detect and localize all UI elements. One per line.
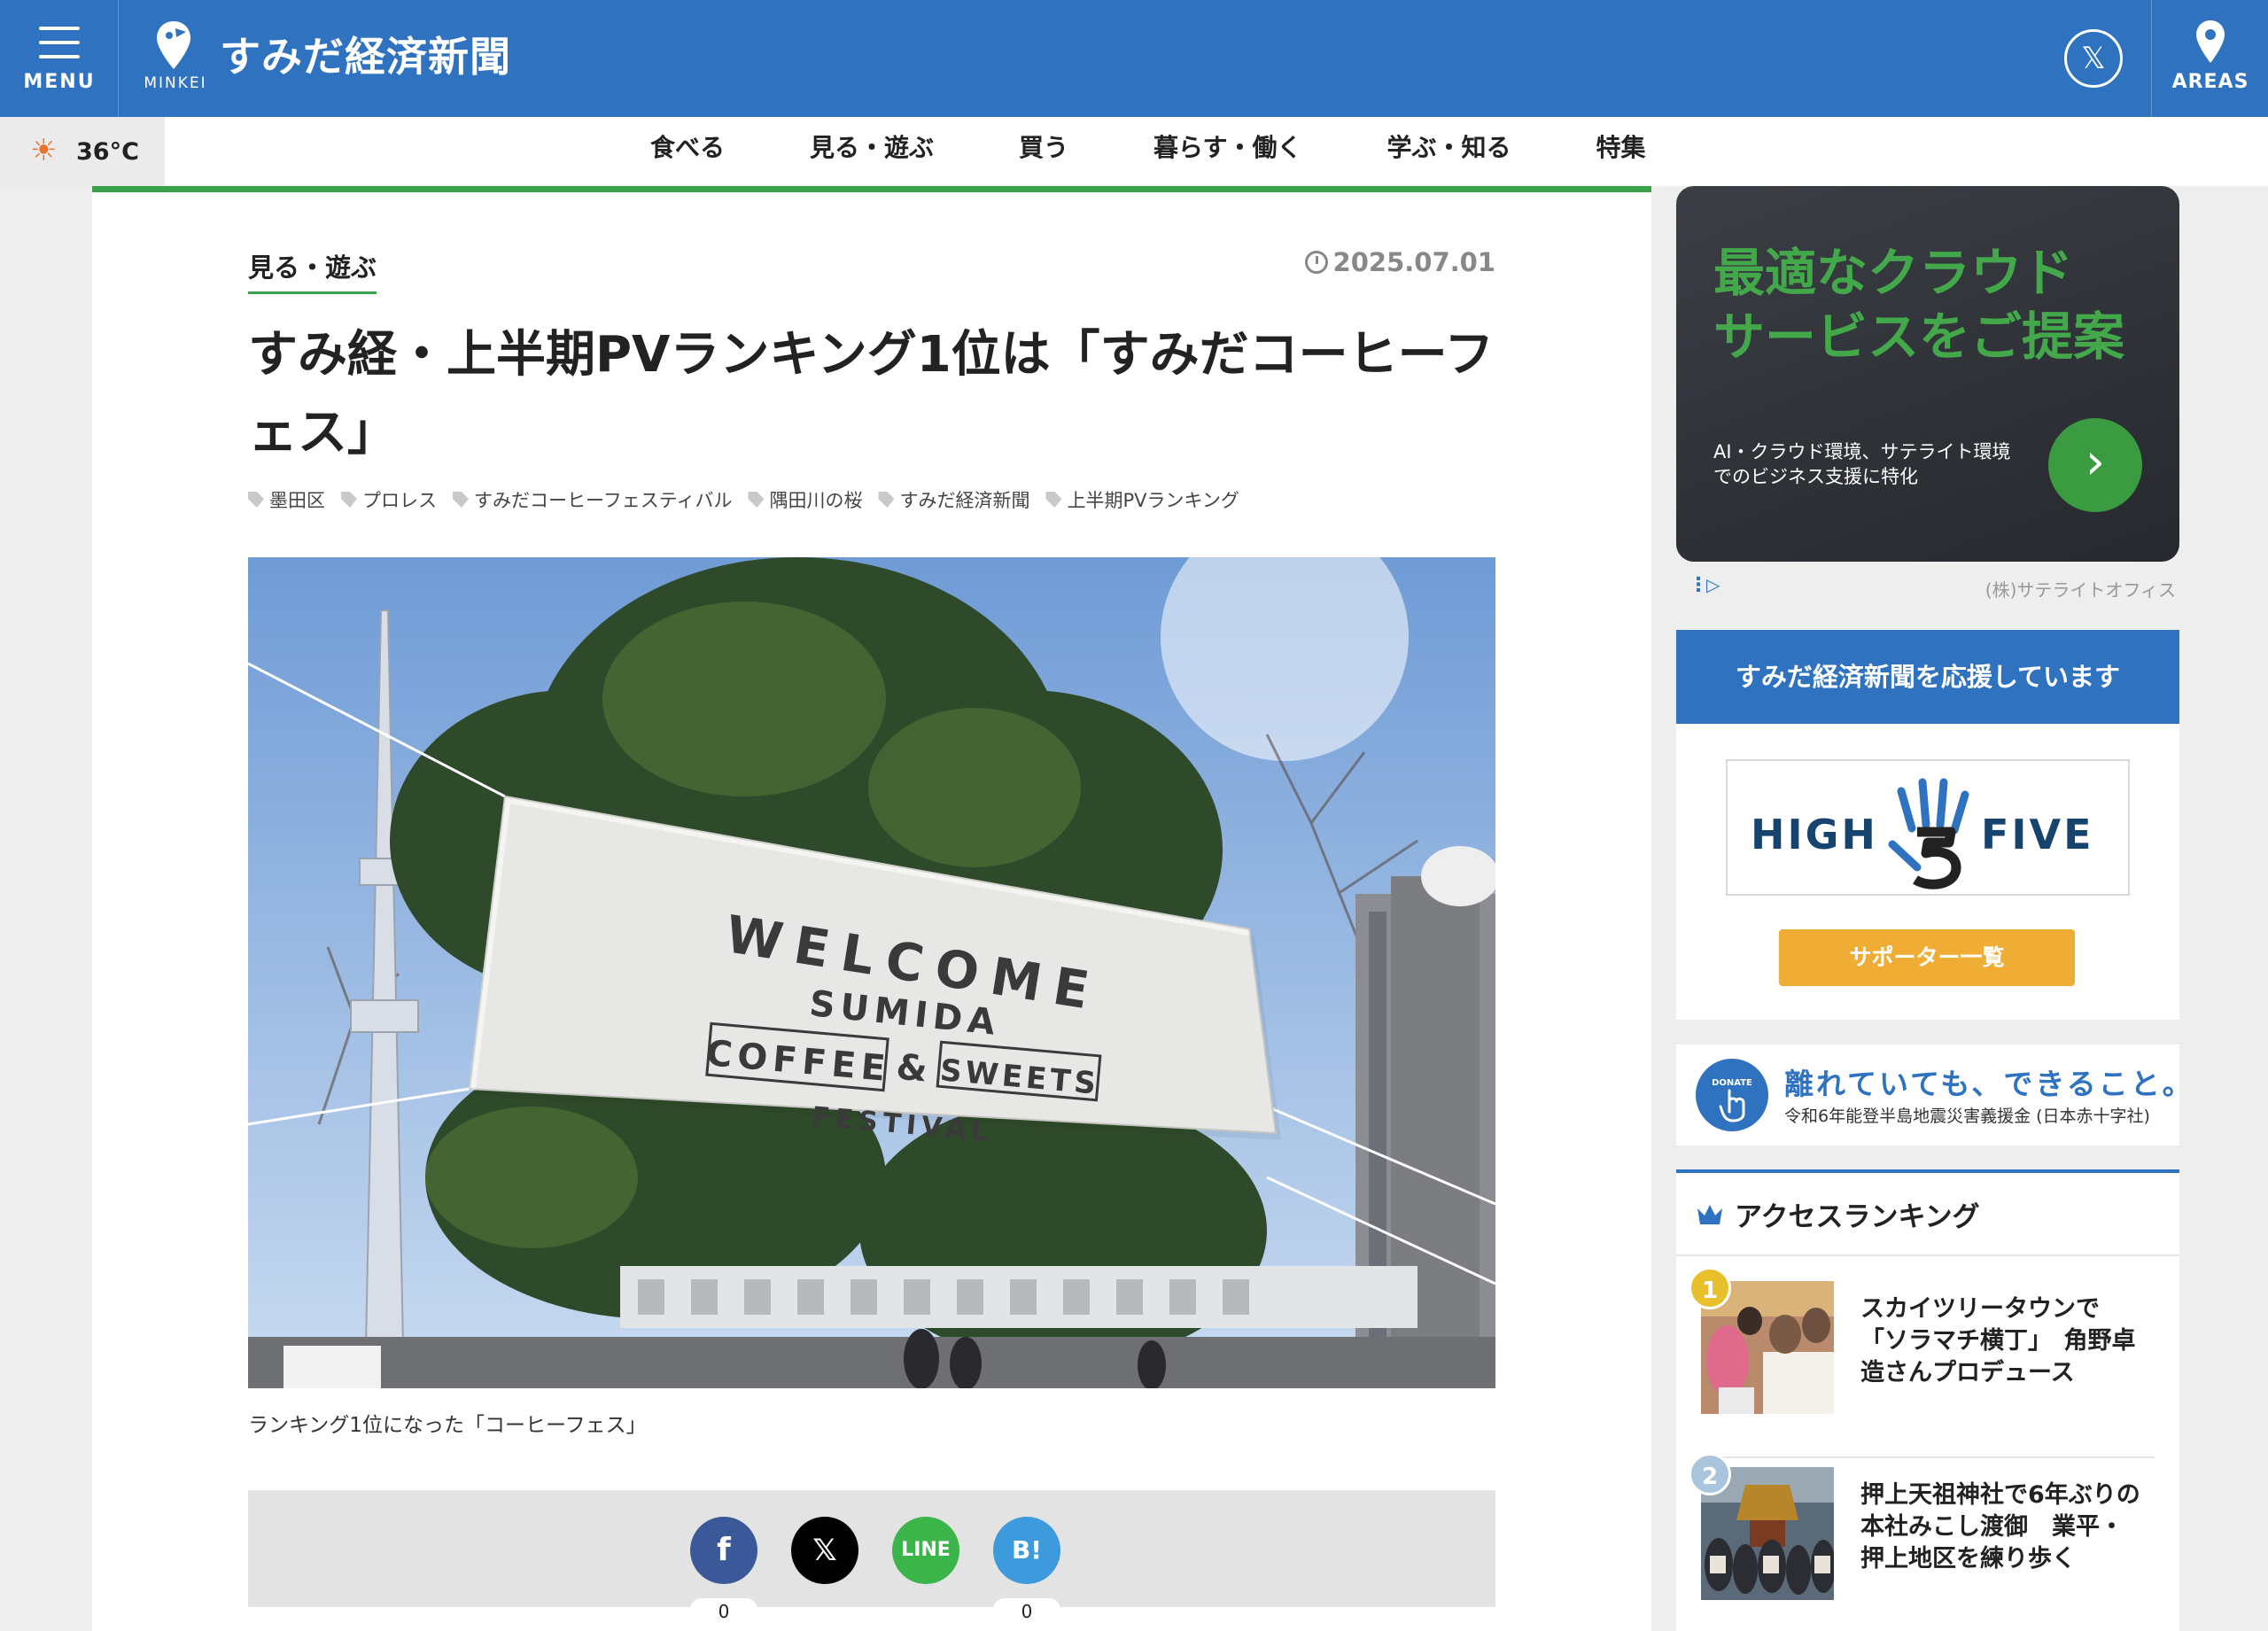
map-pin-icon bbox=[2196, 20, 2225, 63]
article-photo[interactable]: WELCOME SUMIDA COFFEE & SWEETS FESTIVAL bbox=[248, 557, 1495, 1388]
tag-item[interactable]: すみだコーヒーフェスティバル bbox=[453, 486, 732, 513]
ad-advertiser: (株)サテライトオフィス bbox=[1984, 579, 2176, 601]
donate-subtext: 令和6年能登半島地震災害義援金 (日本赤十字社) bbox=[1784, 1107, 2150, 1126]
facebook-share-count: 0 bbox=[690, 1598, 757, 1622]
support-heading: すみだ経済新聞を応援しています bbox=[1676, 630, 2179, 724]
donate-banner[interactable]: DONATE 離れていても、できること。 令和6年能登半島地震災害義援金 (日本… bbox=[1676, 1045, 2192, 1146]
tag-item[interactable]: プロレス bbox=[341, 486, 437, 513]
category-nav: ☀ 36°C 食べる 見る・遊ぶ 買う 暮らす・働く 学ぶ・知る 特集 bbox=[0, 117, 2268, 186]
rank-badge: 1 bbox=[1689, 1267, 1731, 1309]
weather-widget[interactable]: ☀ 36°C bbox=[0, 117, 165, 186]
tag-item[interactable]: 隅田川の桜 bbox=[748, 486, 862, 513]
tag-label: 隅田川の桜 bbox=[769, 490, 863, 511]
line-share-button[interactable]: LINE bbox=[892, 1517, 959, 1584]
tag-icon bbox=[1045, 492, 1062, 508]
tag-label: すみだ経済新聞 bbox=[899, 490, 1030, 511]
areas-label: AREAS bbox=[2171, 71, 2249, 93]
site-name: すみだ経済新聞 bbox=[220, 33, 511, 81]
x-share-header-button[interactable]: 𝕏 bbox=[2064, 29, 2123, 88]
sun-rain-icon: ☀ bbox=[30, 133, 58, 168]
facebook-share-button[interactable]: f bbox=[690, 1517, 757, 1584]
temperature: 36°C bbox=[76, 138, 139, 166]
high-five-logo-left: HIGH bbox=[1751, 811, 1878, 858]
menu-label: MENU bbox=[23, 71, 96, 93]
tag-icon bbox=[453, 492, 469, 508]
share-bar: f 0 𝕏 LINE B! 0 bbox=[248, 1490, 1495, 1622]
supporter-list-button[interactable]: サポーター一覧 bbox=[1779, 929, 2075, 986]
ranking-title: アクセスランキング bbox=[1735, 1201, 1980, 1233]
nav-item-feature[interactable]: 特集 bbox=[1554, 117, 1689, 186]
high-five-logo[interactable]: HIGH FIVE bbox=[1726, 759, 2130, 896]
menu-button[interactable]: MENU bbox=[0, 0, 119, 117]
tag-label: すみだコーヒーフェスティバル bbox=[474, 490, 733, 511]
tag-label: 墨田区 bbox=[269, 490, 325, 511]
nav-item-live-work[interactable]: 暮らす・働く bbox=[1111, 117, 1344, 186]
high-five-logo-right: FIVE bbox=[1981, 811, 2094, 858]
ranking-item-title: 押上天祖神社で6年ぶりの本社みこし渡御 業平・押上地区を練り歩く bbox=[1860, 1481, 2140, 1573]
donate-heading: 離れていても、できること。 bbox=[1784, 1067, 2194, 1101]
support-box: すみだ経済新聞を応援しています HIGH FIVE サポーター一覧 bbox=[1676, 630, 2179, 1020]
tag-label: プロレス bbox=[362, 490, 437, 511]
ad-headline-line2: サービスをご提案 bbox=[1713, 307, 2125, 367]
tag-icon bbox=[341, 492, 357, 508]
chevron-right-icon[interactable]: › bbox=[2048, 418, 2142, 512]
site-header: MENU MINKEI すみだ経済新聞 𝕏 AREAS bbox=[0, 0, 2268, 117]
hatena-share-count: 0 bbox=[993, 1598, 1060, 1622]
tag-icon bbox=[748, 492, 765, 508]
nav-item-eat[interactable]: 食べる bbox=[608, 117, 767, 186]
brand-label: MINKEI bbox=[144, 74, 207, 92]
crown-icon bbox=[1697, 1205, 1722, 1224]
ad-sub-line1: AI・クラウド環境、サテライト環境 bbox=[1713, 441, 2011, 462]
sidebar-ad[interactable]: 最適なクラウド サービスをご提案 AI・クラウド環境、サテライト環境 でのビジネ… bbox=[1676, 186, 2179, 562]
pointer-hand-icon bbox=[1719, 1089, 1745, 1122]
areas-button[interactable]: AREAS bbox=[2151, 0, 2268, 117]
nav-item-see-play[interactable]: 見る・遊ぶ bbox=[767, 117, 976, 186]
tag-label: 上半期PVランキング bbox=[1067, 490, 1239, 511]
ranking-item[interactable]: 1 スカイツリータウンで「ソラマチ横丁」 角野卓造さんプロデュース bbox=[1689, 1267, 2155, 1458]
article-main: 見る・遊ぶ 2025.07.01 すみ経・上半期PVランキング1位は「すみだコー… bbox=[92, 186, 1651, 1631]
ranking-header: アクセスランキング bbox=[1676, 1173, 2179, 1256]
photo-illustration: WELCOME SUMIDA COFFEE & SWEETS FESTIVAL bbox=[248, 557, 1495, 1388]
hatena-bookmark-button[interactable]: B! bbox=[993, 1517, 1060, 1584]
nav-items: 食べる 見る・遊ぶ 買う 暮らす・働く 学ぶ・知る 特集 bbox=[608, 117, 1689, 186]
nav-item-buy[interactable]: 買う bbox=[976, 117, 1111, 186]
article-title: すみ経・上半期PVランキング1位は「すみだコーヒーフェス」 bbox=[248, 326, 1495, 462]
article-category[interactable]: 見る・遊ぶ bbox=[248, 247, 377, 294]
ad-sub-line2: でのビジネス支援に特化 bbox=[1713, 466, 1918, 487]
donate-hand-icon: DONATE bbox=[1696, 1059, 1768, 1131]
minkei-pin-icon bbox=[157, 21, 190, 69]
hamburger-icon bbox=[39, 27, 80, 69]
adchoices-icon[interactable]: ▷ bbox=[1706, 574, 1720, 595]
x-share-button[interactable]: 𝕏 bbox=[791, 1517, 858, 1584]
ad-headline: 最適なクラウド サービスをご提案 bbox=[1713, 241, 2124, 369]
tag-item[interactable]: 墨田区 bbox=[248, 486, 325, 513]
article-date: 2025.07.01 bbox=[1304, 247, 1495, 277]
ad-headline-line1: 最適なクラウド bbox=[1713, 243, 2074, 303]
rank-badge: 2 bbox=[1689, 1453, 1731, 1495]
clock-icon bbox=[1304, 251, 1328, 274]
photo-caption: ランキング1位になった「コーヒーフェス」 bbox=[248, 1414, 647, 1437]
ad-info-row: ⋮ ▷ (株)サテライトオフィス bbox=[1676, 571, 2179, 604]
tag-icon bbox=[248, 492, 264, 508]
tag-item[interactable]: すみだ経済新聞 bbox=[878, 486, 1029, 513]
ranking-item-title: スカイツリータウンで「ソラマチ横丁」 角野卓造さんプロデュース bbox=[1860, 1295, 2136, 1386]
banner-amp: & bbox=[895, 1047, 929, 1091]
more-options-icon[interactable]: ⋮ bbox=[1689, 574, 1708, 596]
article-date-text: 2025.07.01 bbox=[1332, 247, 1495, 277]
access-ranking: アクセスランキング 1 スカイツリータウンで「ソラマチ横丁」 角野卓造さんプロデ… bbox=[1676, 1169, 2179, 1631]
ranking-item[interactable]: 2 押上天祖神社で6年ぶりの本社みこし渡御 業平・押上地区を練り歩く bbox=[1689, 1453, 2155, 1631]
tag-item[interactable]: 上半期PVランキング bbox=[1045, 486, 1239, 513]
article-tags: 墨田区 プロレス すみだコーヒーフェスティバル 隅田川の桜 すみだ経済新聞 上半… bbox=[248, 486, 1255, 513]
nav-item-learn[interactable]: 学ぶ・知る bbox=[1345, 117, 1554, 186]
ad-subtext: AI・クラウド環境、サテライト環境 でのビジネス支援に特化 bbox=[1713, 439, 2011, 489]
tag-icon bbox=[878, 492, 895, 508]
hand-five-icon bbox=[1888, 778, 1969, 889]
